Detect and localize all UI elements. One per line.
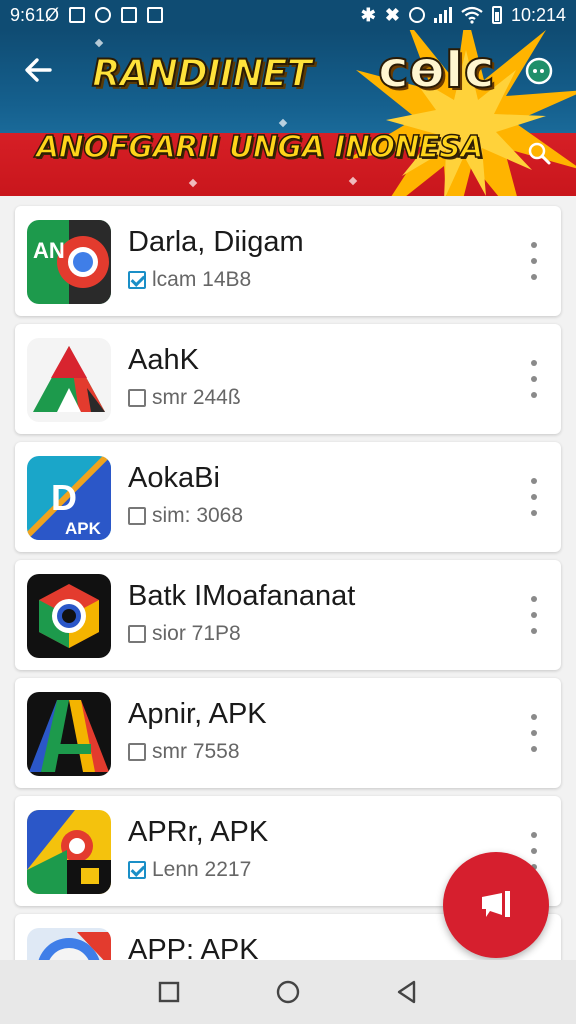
- app-name: Apnir, APK: [128, 698, 267, 730]
- feedback-fab-button[interactable]: [443, 852, 549, 958]
- app-name: Batk IMoafananat: [128, 580, 356, 612]
- list-item[interactable]: AahK smr 244ß: [15, 324, 561, 434]
- app-meta-text: sior 71P8: [152, 622, 241, 645]
- more-options-icon[interactable]: [527, 596, 541, 634]
- recents-button[interactable]: [155, 978, 183, 1006]
- bluetooth-icon: ✱: [360, 4, 376, 25]
- app-meta: sim: 3068: [128, 504, 243, 528]
- circle-icon: [276, 980, 300, 1004]
- back-arrow-icon[interactable]: [20, 52, 56, 88]
- checkbox-unchecked[interactable]: [128, 507, 146, 525]
- battery-icon: [491, 6, 502, 24]
- app-meta-text: lcam 14B8: [152, 268, 252, 291]
- checkbox-checked[interactable]: [128, 861, 146, 879]
- app-icon-an-green: AN: [27, 220, 111, 304]
- app-meta: lcam 14B8: [128, 268, 251, 292]
- notification-icon: [95, 7, 112, 23]
- feedback-flag-icon: [482, 891, 510, 917]
- briefcase-icon: [147, 7, 164, 23]
- status-time: 10:214: [510, 4, 566, 25]
- mute-icon: ✖: [384, 4, 400, 25]
- checkbox-unchecked[interactable]: [128, 389, 146, 407]
- app-name: AokaBi: [128, 462, 220, 494]
- header-banner: RANDIINET сөІс ANOFGARII UNGA INONESA: [0, 30, 576, 196]
- app-icon-colorful: [27, 810, 111, 894]
- banner-badge: сөІс: [377, 39, 496, 101]
- svg-text:APK: APK: [65, 519, 102, 538]
- app-name: AahK: [128, 344, 199, 376]
- list-item[interactable]: AN Darla, Diigam lcam 14B8: [15, 206, 561, 316]
- app-meta: smr 7558: [128, 740, 240, 764]
- more-options-icon[interactable]: [527, 242, 541, 280]
- confetti-dot: [188, 178, 198, 188]
- wifi-icon: [461, 6, 483, 24]
- list-item[interactable]: Apnir, APK smr 7558: [15, 678, 561, 788]
- status-bar: 9:61Ø ✱ ✖ 10:214: [0, 0, 576, 30]
- chat-bubble-icon[interactable]: [524, 56, 554, 86]
- banner-subtitle: ANOFGARII UNGA INONESA: [35, 129, 484, 166]
- home-button[interactable]: [274, 978, 302, 1006]
- system-nav-bar: [0, 960, 576, 1024]
- app-icon-a-rainbow: [27, 692, 111, 776]
- svg-text:D: D: [51, 477, 77, 518]
- briefcase-icon: [121, 7, 138, 23]
- status-left-text: 9:61Ø: [10, 4, 60, 25]
- search-icon[interactable]: [526, 140, 552, 166]
- app-icon-apk-stripe: D APK: [27, 456, 111, 540]
- alarm-icon: [408, 7, 425, 23]
- app-meta: smr 244ß: [128, 386, 241, 410]
- checkbox-unchecked[interactable]: [128, 743, 146, 761]
- signal-icon: [433, 7, 452, 23]
- checkbox-unchecked[interactable]: [128, 625, 146, 643]
- app-meta: sior 71P8: [128, 622, 241, 646]
- app-meta-text: Lenn 2217: [152, 858, 252, 881]
- confetti-dot: [278, 118, 288, 128]
- app-meta-text: sim: 3068: [152, 504, 244, 527]
- list-item[interactable]: D APK AokaBi sim: 3068: [15, 442, 561, 552]
- more-options-icon[interactable]: [527, 360, 541, 398]
- app-meta: Lenn 2217: [128, 858, 251, 882]
- more-options-icon[interactable]: [527, 478, 541, 516]
- list-item[interactable]: Batk IMoafananat sior 71P8: [15, 560, 561, 670]
- banner-title: RANDIINET: [91, 51, 313, 96]
- more-options-icon[interactable]: [527, 714, 541, 752]
- image-icon: [69, 7, 86, 23]
- confetti-dot: [94, 38, 104, 48]
- app-name: APRr, APK: [128, 816, 269, 848]
- triangle-back-icon: [397, 980, 415, 1004]
- app-name: Darla, Diigam: [128, 226, 304, 258]
- square-icon: [159, 981, 180, 1003]
- app-screen: 9:61Ø ✱ ✖ 10:214 RANDIINET сөІс ANOFGARI…: [0, 0, 576, 1024]
- app-meta-text: smr 7558: [152, 740, 240, 763]
- app-icon-triangle: [27, 338, 111, 422]
- app-meta-text: smr 244ß: [152, 386, 241, 409]
- svg-text:AN: AN: [33, 238, 65, 263]
- checkbox-checked[interactable]: [128, 271, 146, 289]
- app-icon-chrome-dark: [27, 574, 111, 658]
- back-button[interactable]: [393, 978, 421, 1006]
